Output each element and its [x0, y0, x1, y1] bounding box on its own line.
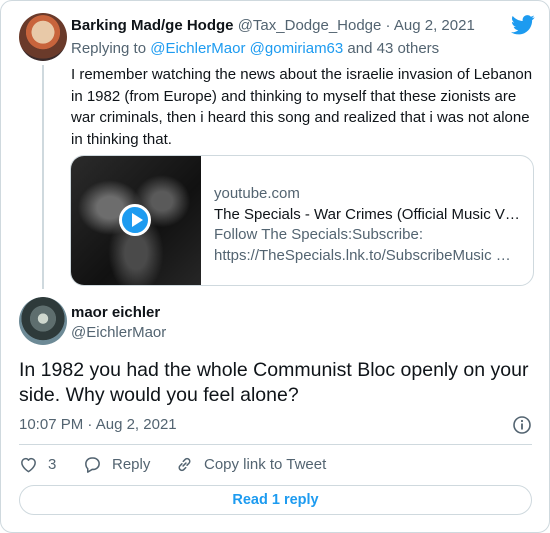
tweet-timestamp[interactable]: 10:07 PM · Aug 2, 2021 — [19, 416, 177, 433]
copy-link-button[interactable]: Copy link to Tweet — [175, 455, 326, 474]
tweet-date[interactable]: Aug 2, 2021 — [96, 416, 177, 433]
link-description: https://TheSpecials.lnk.to/SubscribeMusi… — [214, 246, 511, 264]
tweet-text: In 1982 you had the whole Communist Bloc… — [19, 359, 529, 406]
thread-connector-line — [42, 65, 44, 289]
link-domain: youtube.com — [214, 185, 300, 202]
replying-to-line: Replying to @EichlerMaor @gomiriam63 and… — [71, 40, 439, 57]
tweet-time[interactable]: 10:07 PM — [19, 416, 83, 433]
author-handle[interactable]: @EichlerMaor — [71, 324, 166, 341]
replying-prefix: Replying to — [71, 40, 151, 57]
avatar[interactable] — [19, 13, 67, 61]
heart-icon — [21, 457, 36, 473]
divider — [19, 444, 532, 445]
mention-link[interactable]: @EichlerMaor — [150, 40, 245, 57]
link-preview-card[interactable]: youtube.com The Specials - War Crimes (O… — [70, 155, 534, 286]
read-replies-button[interactable]: Read 1 reply — [19, 485, 532, 515]
video-thumbnail[interactable] — [71, 156, 201, 285]
replying-suffix[interactable]: and 43 others — [343, 40, 439, 57]
author-name[interactable]: maor eichler — [71, 304, 160, 321]
link-description: Follow The Specials:Subscribe: — [214, 226, 423, 243]
info-icon[interactable] — [512, 415, 532, 435]
link-title: The Specials - War Crimes (Official Musi… — [214, 205, 520, 223]
avatar[interactable] — [19, 297, 67, 345]
like-button[interactable]: 3 — [19, 455, 56, 474]
like-count: 3 — [48, 456, 57, 473]
reply-bubble-icon — [85, 457, 100, 473]
author-handle[interactable]: @Tax_Dodge_Hodge — [238, 17, 382, 34]
tweet-embed-card: Barking Mad/ge Hodge @Tax_Dodge_Hodge · … — [0, 0, 550, 533]
reply-label: Reply — [112, 456, 151, 473]
tweet-header: Barking Mad/ge Hodge @Tax_Dodge_Hodge · … — [71, 17, 475, 34]
reply-button[interactable]: Reply — [83, 455, 150, 474]
copy-link-label: Copy link to Tweet — [204, 456, 327, 473]
separator-dot: · — [87, 416, 93, 433]
link-icon — [178, 457, 191, 472]
play-icon[interactable] — [119, 204, 151, 236]
author-name[interactable]: Barking Mad/ge Hodge — [71, 17, 234, 34]
mention-link[interactable]: @gomiriam63 — [250, 40, 344, 57]
tweet-date[interactable]: Aug 2, 2021 — [394, 17, 475, 34]
separator-dot: · — [385, 17, 391, 34]
link-preview-text: youtube.com The Specials - War Crimes (O… — [214, 184, 520, 266]
tweet-text: I remember watching the news about the i… — [71, 66, 533, 148]
twitter-bird-icon[interactable] — [511, 15, 535, 35]
